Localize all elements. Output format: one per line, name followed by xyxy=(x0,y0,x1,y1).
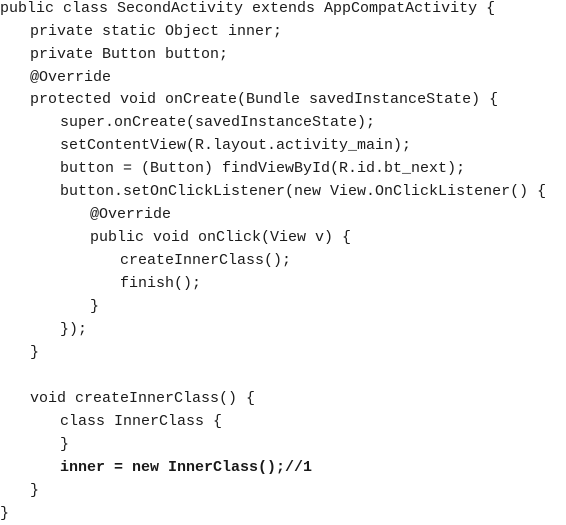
code-line: } xyxy=(60,436,70,453)
code-line: button.setOnClickListener(new View.OnCli… xyxy=(60,183,547,200)
code-line: finish(); xyxy=(120,275,202,292)
code-line: class InnerClass { xyxy=(60,413,223,430)
code-line: @Override xyxy=(30,69,112,86)
code-line: } xyxy=(90,298,100,315)
code-line: setContentView(R.layout.activity_main); xyxy=(60,137,412,154)
code-line: } xyxy=(30,482,40,499)
code-line-highlighted: inner = new InnerClass();//1 xyxy=(60,459,313,476)
code-line: protected void onCreate(Bundle savedInst… xyxy=(30,91,499,108)
code-line: @Override xyxy=(90,206,172,223)
code-line: private static Object inner; xyxy=(30,23,283,40)
code-line: public void onClick(View v) { xyxy=(90,229,352,246)
code-listing: public class SecondActivity extends AppC… xyxy=(0,0,566,522)
code-line: void createInnerClass() { xyxy=(30,390,256,407)
code-line: super.onCreate(savedInstanceState); xyxy=(60,114,376,131)
code-line: button = (Button) findViewById(R.id.bt_n… xyxy=(60,160,466,177)
code-line: } xyxy=(30,344,40,361)
code-line: } xyxy=(0,505,10,522)
code-line: createInnerClass(); xyxy=(120,252,292,269)
code-line: private Button button; xyxy=(30,46,229,63)
code-line: }); xyxy=(60,321,88,338)
code-line: public class SecondActivity extends AppC… xyxy=(0,0,496,17)
